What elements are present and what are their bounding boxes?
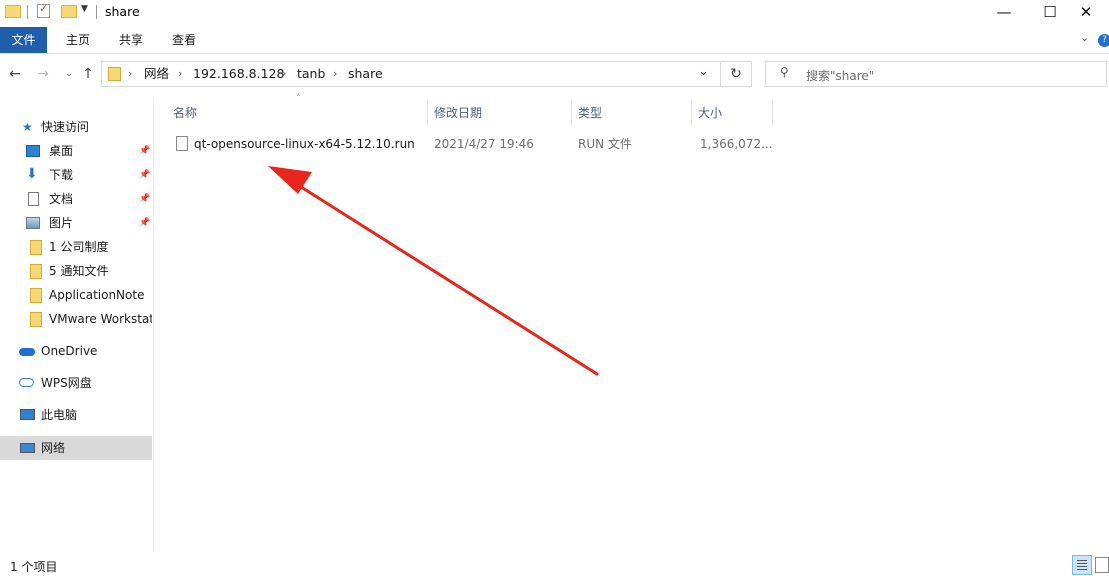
large-icons-view-icon[interactable] <box>1095 557 1109 573</box>
annotation-arrow <box>268 166 599 376</box>
status-bar: 1 个项目 <box>0 555 1109 576</box>
item-count: 1 个项目 <box>10 560 58 574</box>
annotation-arrow-shaft <box>288 178 599 376</box>
details-view-icon[interactable] <box>1072 555 1092 575</box>
